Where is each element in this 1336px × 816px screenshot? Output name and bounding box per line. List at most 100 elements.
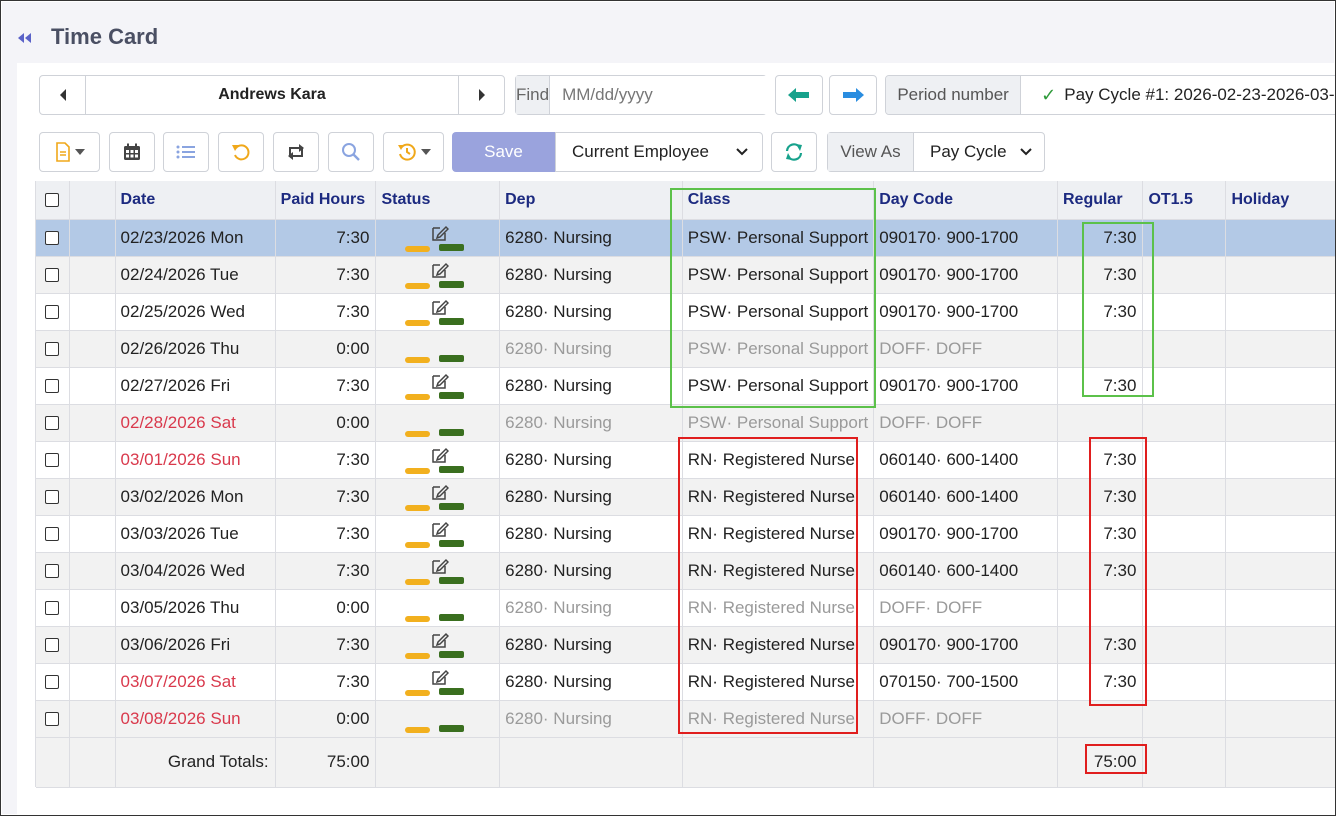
date-cell[interactable]: 02/25/2026 Wed — [115, 293, 276, 331]
column-header-holiday[interactable]: Holiday — [1225, 181, 1335, 220]
class-cell[interactable]: RN· Registered Nurse — [682, 441, 875, 479]
regular-cell[interactable]: 7:30 — [1057, 663, 1144, 701]
date-cell[interactable]: 03/08/2026 Sun — [115, 700, 276, 738]
day-code-cell[interactable]: 090170· 900-1700 — [873, 626, 1058, 664]
date-cell[interactable]: 02/24/2026 Tue — [115, 256, 276, 294]
row-checkbox[interactable] — [45, 601, 60, 616]
holiday-cell[interactable] — [1225, 478, 1335, 516]
previous-period-button[interactable] — [775, 75, 823, 115]
holiday-cell[interactable] — [1225, 404, 1335, 442]
date-cell[interactable]: 02/26/2026 Thu — [115, 330, 276, 368]
select-all-checkbox[interactable] — [45, 192, 60, 207]
column-header-ot15[interactable]: OT1.5 — [1142, 181, 1227, 220]
dep-cell[interactable]: 6280· Nursing — [499, 330, 683, 368]
table-row[interactable]: 03/03/2026 Tue 7:30 6280· Nursing RN· Regis… — [36, 515, 1335, 553]
search-button[interactable] — [328, 132, 374, 172]
paid-hours-cell[interactable]: 0:00 — [275, 700, 377, 738]
date-cell[interactable]: 02/28/2026 Sat — [115, 404, 276, 442]
class-cell[interactable]: RN· Registered Nurse — [682, 552, 875, 590]
holiday-cell[interactable] — [1225, 700, 1335, 738]
table-row[interactable]: 03/04/2026 Wed 7:30 6280· Nursing RN· Regis… — [36, 552, 1335, 590]
regular-cell[interactable] — [1057, 700, 1144, 738]
status-cell[interactable] — [375, 256, 501, 294]
view-as-select[interactable]: Pay Cycle — [914, 133, 1044, 171]
paid-hours-cell[interactable]: 7:30 — [275, 663, 377, 701]
status-cell[interactable] — [375, 404, 501, 442]
holiday-cell[interactable] — [1225, 552, 1335, 590]
column-header-status[interactable]: Status — [375, 181, 501, 220]
edit-icon[interactable] — [431, 483, 450, 501]
regular-cell[interactable]: 7:30 — [1057, 515, 1144, 553]
regular-cell[interactable]: 7:30 — [1057, 441, 1144, 479]
class-cell[interactable]: PSW· Personal Support — [682, 219, 875, 257]
list-view-button[interactable] — [163, 132, 209, 172]
date-cell[interactable]: 03/06/2026 Fri — [115, 626, 276, 664]
row-checkbox[interactable] — [45, 490, 60, 505]
column-header-day-code[interactable]: Day Code — [873, 181, 1058, 220]
table-row[interactable]: 03/07/2026 Sat 7:30 6280· Nursing RN· Regis… — [36, 663, 1335, 701]
edit-icon[interactable] — [431, 557, 450, 575]
holiday-cell[interactable] — [1225, 367, 1335, 405]
status-cell[interactable] — [375, 700, 501, 738]
ot15-cell[interactable] — [1142, 626, 1227, 664]
paid-hours-cell[interactable]: 0:00 — [275, 404, 377, 442]
dep-cell[interactable]: 6280· Nursing — [499, 515, 683, 553]
holiday-cell[interactable] — [1225, 256, 1335, 294]
swap-button[interactable] — [273, 132, 319, 172]
dep-cell[interactable]: 6280· Nursing — [499, 219, 683, 257]
row-checkbox[interactable] — [45, 268, 60, 283]
status-cell[interactable] — [375, 293, 501, 331]
ot15-cell[interactable] — [1142, 663, 1227, 701]
status-cell[interactable] — [375, 515, 501, 553]
status-cell[interactable] — [375, 219, 501, 257]
row-checkbox-cell[interactable] — [36, 367, 70, 405]
ot15-cell[interactable] — [1142, 700, 1227, 738]
ot15-cell[interactable] — [1142, 256, 1227, 294]
regular-cell[interactable]: 7:30 — [1057, 478, 1144, 516]
edit-icon[interactable] — [431, 372, 450, 390]
table-row[interactable]: 02/26/2026 Thu 0:00 6280· Nursing PSW· Pers… — [36, 330, 1335, 368]
date-cell[interactable]: 03/02/2026 Mon — [115, 478, 276, 516]
column-header-regular[interactable]: Regular — [1057, 181, 1144, 220]
dep-cell[interactable]: 6280· Nursing — [499, 589, 683, 627]
ot15-cell[interactable] — [1142, 219, 1227, 257]
row-checkbox-cell[interactable] — [36, 515, 70, 553]
row-checkbox-cell[interactable] — [36, 626, 70, 664]
table-row[interactable]: 02/28/2026 Sat 0:00 6280· Nursing PSW· Pers… — [36, 404, 1335, 442]
save-button[interactable]: Save — [452, 132, 555, 172]
status-cell[interactable] — [375, 478, 501, 516]
row-checkbox-cell[interactable] — [36, 219, 70, 257]
table-row[interactable]: 03/05/2026 Thu 0:00 6280· Nursing RN· Regis… — [36, 589, 1335, 627]
table-row[interactable]: 02/27/2026 Fri 7:30 6280· Nursing PSW· Pers… — [36, 367, 1335, 405]
table-row[interactable]: 03/08/2026 Sun 0:00 6280· Nursing RN· Regis… — [36, 700, 1335, 738]
table-row[interactable]: 02/25/2026 Wed 7:30 6280· Nursing PSW· Pers… — [36, 293, 1335, 331]
row-checkbox[interactable] — [45, 638, 60, 653]
table-row[interactable]: 02/23/2026 Mon 7:30 6280· Nursing PSW· Pers… — [36, 219, 1335, 257]
day-code-cell[interactable]: DOFF· DOFF — [873, 404, 1058, 442]
class-cell[interactable]: RN· Registered Nurse — [682, 663, 875, 701]
select-all-cell[interactable] — [36, 181, 70, 220]
ot15-cell[interactable] — [1142, 552, 1227, 590]
day-code-cell[interactable]: 090170· 900-1700 — [873, 367, 1058, 405]
regular-cell[interactable] — [1057, 330, 1144, 368]
table-row[interactable]: 03/06/2026 Fri 7:30 6280· Nursing RN· Regis… — [36, 626, 1335, 664]
row-checkbox-cell[interactable] — [36, 293, 70, 331]
regular-cell[interactable]: 7:30 — [1057, 552, 1144, 590]
edit-icon[interactable] — [431, 261, 450, 279]
edit-icon[interactable] — [431, 298, 450, 316]
holiday-cell[interactable] — [1225, 589, 1335, 627]
day-code-cell[interactable]: DOFF· DOFF — [873, 330, 1058, 368]
holiday-cell[interactable] — [1225, 441, 1335, 479]
dep-cell[interactable]: 6280· Nursing — [499, 663, 683, 701]
row-checkbox-cell[interactable] — [36, 478, 70, 516]
class-cell[interactable]: PSW· Personal Support — [682, 256, 875, 294]
table-row[interactable]: 03/01/2026 Sun 7:30 6280· Nursing RN· Regis… — [36, 441, 1335, 479]
class-cell[interactable]: PSW· Personal Support — [682, 293, 875, 331]
row-checkbox[interactable] — [45, 231, 60, 246]
class-cell[interactable]: RN· Registered Nurse — [682, 515, 875, 553]
day-code-cell[interactable]: 090170· 900-1700 — [873, 256, 1058, 294]
paid-hours-cell[interactable]: 7:30 — [275, 256, 377, 294]
day-code-cell[interactable]: 060140· 600-1400 — [873, 478, 1058, 516]
date-cell[interactable]: 03/05/2026 Thu — [115, 589, 276, 627]
row-checkbox[interactable] — [45, 342, 60, 357]
